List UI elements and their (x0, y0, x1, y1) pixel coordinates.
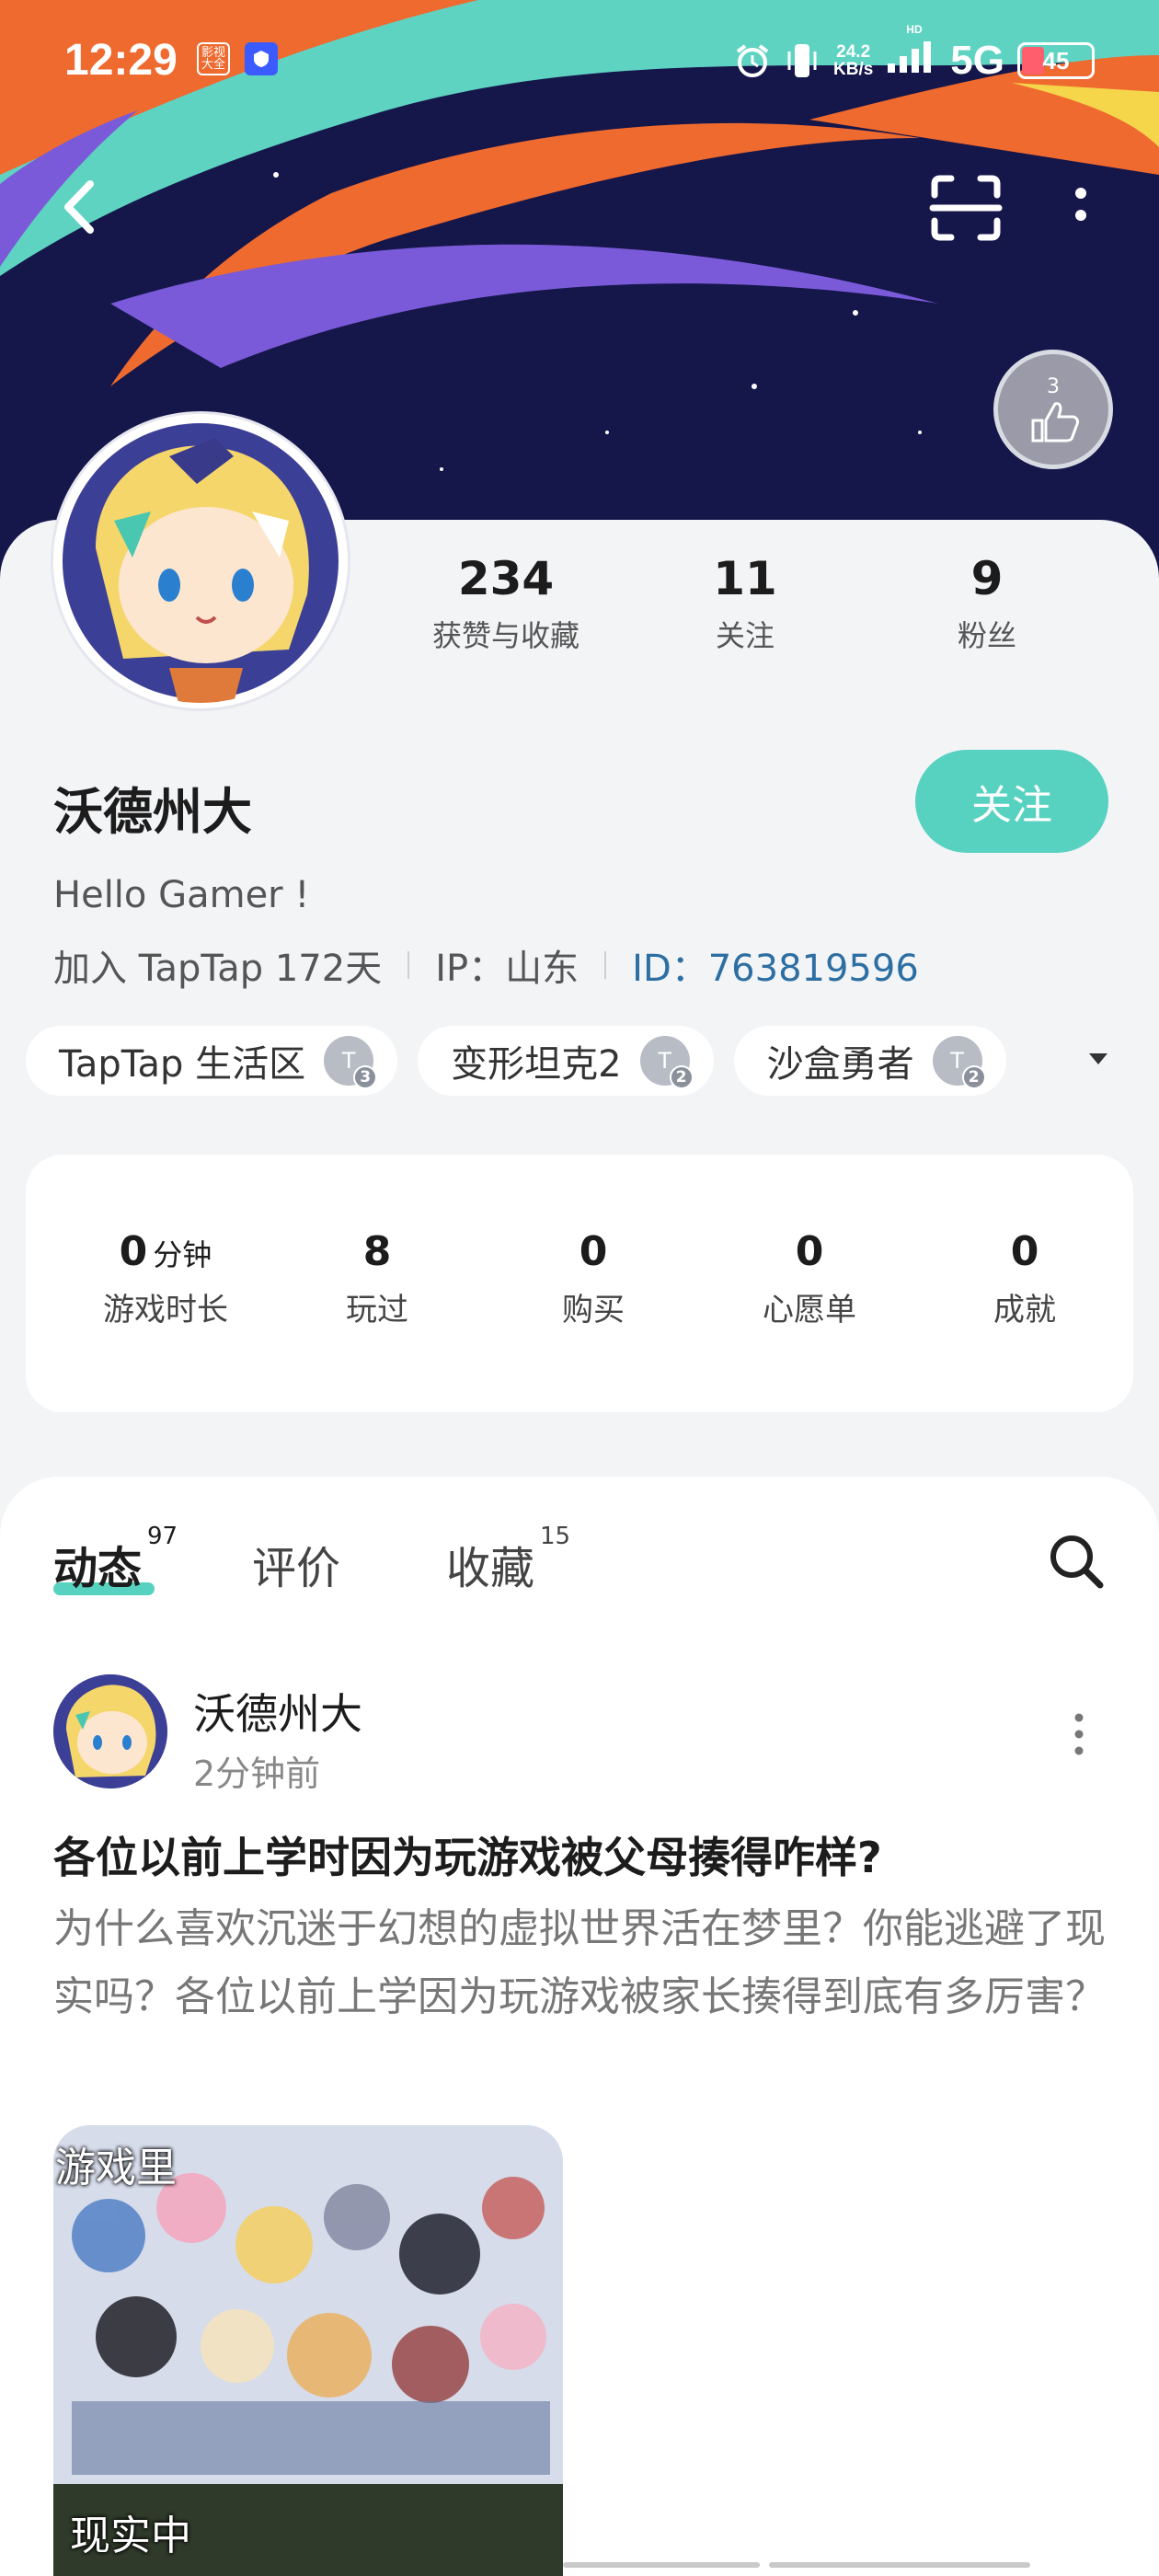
divider (604, 951, 607, 979)
stat-following[interactable]: 11 关注 (625, 552, 865, 655)
feed-panel: 动态97 评价 收藏15 沃德州大 2分钟前 各位以前上学时因为玩游戏被父母揍得… (0, 1477, 1159, 2576)
username: 沃德州大 (53, 783, 252, 841)
more-button[interactable] (1058, 175, 1104, 241)
game-stats-panel: 0 分钟 游戏时长 8 玩过 0 购买 0 心愿单 0 成就 (26, 1155, 1133, 1412)
thumbs-up-icon (1031, 401, 1079, 442)
tab-reviews[interactable]: 评价 (252, 1532, 346, 1596)
signal-icon: HD (886, 23, 937, 85)
ip-location: IP：山东 (435, 948, 580, 990)
status-right: 24.2 KB/s HD 5G 45 (734, 23, 1095, 86)
search-icon (1050, 1535, 1104, 1589)
image-page-indicator (769, 2562, 1030, 2568)
more-vertical-icon (1074, 1713, 1084, 1755)
status-bar: 12:29 影视 大全 24.2 KB/s HD 5G 45 (0, 0, 1159, 120)
back-button[interactable] (53, 175, 109, 239)
stat-followers[interactable]: 9 粉丝 (867, 552, 1107, 655)
stat-achievements[interactable]: 0 成就 (924, 1228, 1126, 1329)
battery-icon: 45 (1017, 42, 1095, 79)
image-caption-top: 游戏里 (55, 2145, 177, 2191)
bio: Hello Gamer ! (53, 874, 310, 916)
image-caption-bottom: 现实中 (70, 2513, 191, 2559)
tag-item[interactable]: 变形坦克2 T2 (418, 1026, 714, 1096)
user-id[interactable]: ID：763819596 (632, 938, 919, 992)
post-image[interactable]: 游戏里 现实中 (53, 2125, 563, 2576)
tag-item[interactable]: TapTap 生活区 T3 (26, 1026, 398, 1096)
post-title[interactable]: 各位以前上学时因为玩游戏被父母揍得咋样? (53, 1824, 882, 1885)
stat-played[interactable]: 8 玩过 (276, 1228, 478, 1329)
post-time: 2分钟前 (193, 1754, 321, 1794)
medal-badge[interactable]: 3 (993, 350, 1113, 469)
more-vertical-icon (1075, 188, 1086, 221)
vibrate-icon (787, 44, 817, 77)
post-more-button[interactable] (1065, 1707, 1093, 1762)
tab-posts[interactable]: 动态97 (53, 1523, 178, 1596)
avatar-image (63, 423, 339, 703)
divider (407, 951, 410, 979)
stat-likes[interactable]: 234 获赞与收藏 (386, 552, 625, 655)
status-time: 12:29 (64, 36, 178, 85)
chevron-left-icon (64, 180, 94, 234)
image-page-indicator (563, 2562, 760, 2568)
joined-info: 加入 TapTap 172天 (53, 948, 383, 990)
level-badge-icon: T2 (639, 1036, 694, 1089)
profile-avatar[interactable] (53, 414, 348, 708)
tag-item[interactable]: 沙盒勇者 T2 (733, 1026, 1006, 1096)
app-badge-icon: 影视 大全 (197, 42, 230, 75)
post-body[interactable]: 为什么喜欢沉迷于幻想的虚拟世界活在梦里？你能逃避了现实吗？各位以前上学因为玩游戏… (53, 1895, 1111, 2031)
stat-purchased[interactable]: 0 购买 (492, 1228, 694, 1329)
app-shield-icon (245, 42, 278, 75)
follow-button[interactable]: 关注 (915, 750, 1108, 853)
tab-favorites[interactable]: 收藏15 (446, 1523, 570, 1596)
search-button[interactable] (1047, 1532, 1106, 1591)
post-author-avatar[interactable] (53, 1674, 167, 1788)
game-tags: TapTap 生活区 T3 变形坦克2 T2 沙盒勇者 T2 (26, 1026, 1006, 1096)
scan-icon (929, 175, 1003, 241)
post-author-name[interactable]: 沃德州大 (193, 1681, 362, 1742)
net-speed: 24.2 KB/s (833, 42, 874, 79)
caret-down-icon[interactable] (1089, 1053, 1107, 1064)
stat-playtime[interactable]: 0 分钟 游戏时长 (64, 1228, 267, 1329)
avatar-image (53, 1674, 167, 1788)
stat-wishlist[interactable]: 0 心愿单 (708, 1228, 911, 1329)
profile-meta: 加入 TapTap 172天 IP：山东 ID：763819596 (53, 938, 919, 992)
scan-button[interactable] (929, 175, 1003, 241)
network-type: 5G (950, 38, 1004, 83)
level-badge-icon: T2 (932, 1036, 986, 1089)
level-badge-icon: T3 (324, 1036, 378, 1089)
alarm-icon (736, 44, 769, 77)
